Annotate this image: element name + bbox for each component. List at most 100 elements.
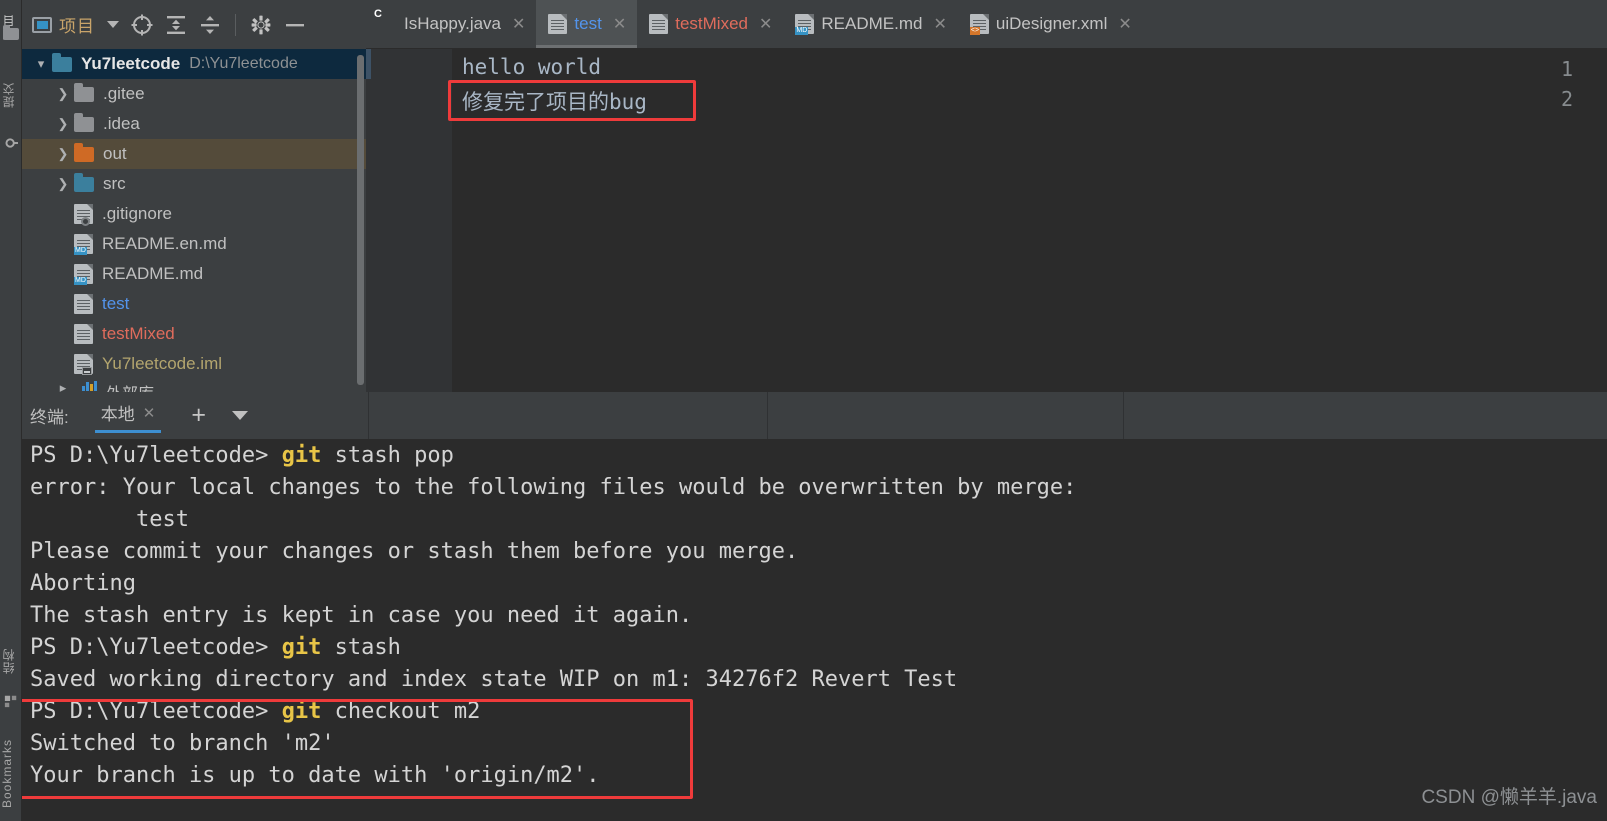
editor-tab-bar: IsHappy.java ✕ test ✕ testMixed ✕ MD README.md ✕… bbox=[366, 0, 1607, 49]
project-view-label: 项目 bbox=[59, 17, 95, 36]
terminal-line: test bbox=[30, 507, 189, 532]
chevron-down-icon[interactable]: ▾ bbox=[30, 56, 52, 72]
terminal-prompt: PS D:\Yu7leetcode> bbox=[30, 443, 282, 468]
tree-external-label: 外部库 bbox=[106, 380, 154, 392]
folder-icon bbox=[74, 142, 94, 162]
editor-gutter[interactable] bbox=[366, 49, 452, 392]
left-tool-strip: 项目 提交 结构 Bookmarks bbox=[0, 0, 22, 821]
tree-row-external-libraries[interactable]: ▸ 外部库 bbox=[22, 380, 366, 392]
tree-row[interactable]: testMixed bbox=[22, 319, 366, 349]
terminal-command-args: stash pop bbox=[321, 443, 454, 468]
tree-item-label: src bbox=[103, 174, 126, 193]
tree-scrollbar[interactable] bbox=[357, 55, 364, 385]
chevron-right-icon[interactable]: ❯ bbox=[52, 86, 74, 102]
editor-tab-label: testMixed bbox=[675, 14, 748, 33]
terminal-command: git bbox=[281, 635, 322, 660]
tree-row[interactable]: .gitignore bbox=[22, 199, 366, 229]
editor-scrollbar[interactable] bbox=[1594, 49, 1607, 392]
tree-row[interactable]: MD README.en.md bbox=[22, 229, 366, 259]
terminal-output[interactable]: PS D:\Yu7leetcode> git stash pop error: Y… bbox=[22, 439, 1607, 821]
tree-item-label: README.md bbox=[102, 264, 204, 283]
close-icon[interactable]: ✕ bbox=[512, 14, 525, 34]
editor-tab-ishappy-java[interactable]: IsHappy.java ✕ bbox=[366, 0, 536, 48]
text-file-icon bbox=[548, 14, 568, 34]
module-folder-icon bbox=[52, 52, 72, 72]
md-badge: MD bbox=[74, 277, 87, 285]
close-icon[interactable]: ✕ bbox=[613, 14, 626, 34]
markdown-file-icon: MD bbox=[795, 14, 815, 35]
tree-item-label: Yu7leetcode.iml bbox=[102, 354, 223, 373]
text-file-icon bbox=[649, 14, 669, 34]
tree-item-label: .gitee bbox=[103, 84, 145, 103]
chevron-right-icon[interactable]: ❯ bbox=[52, 146, 74, 162]
line-number: 2 bbox=[1560, 87, 1573, 111]
commit-node-icon bbox=[5, 138, 18, 148]
terminal-command: git bbox=[281, 443, 322, 468]
markdown-file-icon: MD bbox=[74, 264, 93, 285]
terminal-line: error: Your local changes to the followi… bbox=[30, 475, 1077, 500]
expand-all-icon[interactable] bbox=[159, 0, 193, 49]
terminal-header-divider bbox=[368, 392, 369, 439]
terminal-line: Saved working directory and index state … bbox=[30, 667, 958, 692]
gitignore-file-icon bbox=[74, 204, 93, 226]
close-icon[interactable]: ✕ bbox=[933, 14, 946, 34]
tree-item-label: test bbox=[102, 294, 130, 313]
settings-gear-icon[interactable] bbox=[244, 0, 278, 49]
chevron-down-icon[interactable] bbox=[231, 411, 248, 420]
project-view-selector[interactable]: 项目 bbox=[22, 0, 125, 49]
terminal-command-args: stash bbox=[321, 635, 401, 660]
ide-window: 项目 提交 结构 Bookmarks 项目 bbox=[0, 0, 1607, 821]
chevron-right-icon[interactable]: ❯ bbox=[52, 116, 74, 132]
close-icon[interactable]: ✕ bbox=[759, 14, 772, 34]
tree-row[interactable]: Yu7leetcode.iml bbox=[22, 349, 366, 379]
terminal-prompt: PS D:\Yu7leetcode> bbox=[30, 635, 282, 660]
tree-row[interactable]: MD README.md bbox=[22, 259, 366, 289]
tree-row[interactable]: ❯ src bbox=[22, 169, 366, 199]
tree-row[interactable]: ❯ .gitee bbox=[22, 79, 366, 109]
markdown-file-icon: MD bbox=[74, 234, 93, 255]
close-icon[interactable]: ✕ bbox=[1118, 14, 1131, 34]
editor-tab-label: IsHappy.java bbox=[404, 14, 502, 33]
terminal-line: The stash entry is kept in case you need… bbox=[30, 603, 693, 628]
xml-file-icon: <> bbox=[969, 14, 989, 35]
tree-row[interactable]: ❯ out bbox=[22, 139, 366, 169]
annotation-box-terminal bbox=[22, 699, 693, 799]
terminal-header-divider bbox=[1123, 392, 1124, 439]
terminal-tab-local[interactable]: 本地 ✕ bbox=[94, 392, 162, 439]
project-tree: ▾ Yu7leetcode D:\Yu7leetcode ❯ .gitee ❯ .id… bbox=[22, 49, 366, 392]
new-terminal-button[interactable]: + bbox=[191, 403, 206, 428]
terminal-line: PS D:\Yu7leetcode> git stash bbox=[30, 635, 401, 660]
terminal-tab-label: 本地 bbox=[100, 405, 135, 424]
tree-row-root[interactable]: ▾ Yu7leetcode D:\Yu7leetcode bbox=[22, 49, 366, 79]
code-line-1: hello world bbox=[462, 55, 602, 79]
iml-file-icon bbox=[74, 354, 93, 375]
editor-tab-testmixed[interactable]: testMixed ✕ bbox=[637, 0, 783, 48]
locate-icon[interactable] bbox=[125, 0, 159, 49]
text-file-icon bbox=[74, 294, 93, 314]
collapse-all-icon[interactable] bbox=[193, 0, 227, 49]
md-badge: MD bbox=[74, 247, 87, 255]
editor-tab-test[interactable]: test ✕ bbox=[536, 0, 638, 48]
chevron-right-icon[interactable]: ❯ bbox=[52, 176, 74, 192]
editor-tab-readme-md[interactable]: MD README.md ✕ bbox=[783, 0, 957, 48]
tree-row[interactable]: ❯ .idea bbox=[22, 109, 366, 139]
editor-tab-label: README.md bbox=[821, 14, 923, 33]
iml-badge bbox=[82, 367, 92, 375]
tree-item-label: testMixed bbox=[102, 324, 175, 343]
strip-item-bookmarks[interactable]: Bookmarks bbox=[0, 726, 22, 821]
ignore-badge bbox=[81, 217, 90, 226]
gutter-accent-bar bbox=[366, 49, 371, 79]
editor-tab-uidesigner-xml[interactable]: <> uiDesigner.xml ✕ bbox=[958, 0, 1143, 48]
hide-panel-icon[interactable] bbox=[278, 0, 312, 49]
chevron-down-icon[interactable] bbox=[107, 21, 119, 28]
strip-item-commit[interactable]: 提交 bbox=[0, 72, 22, 118]
tree-item-label: .gitignore bbox=[102, 204, 172, 223]
annotation-box-editor bbox=[448, 80, 696, 121]
strip-item-structure[interactable]: 结构 bbox=[0, 638, 22, 684]
chevron-right-icon[interactable]: ▸ bbox=[52, 380, 74, 392]
tree-item-label: README.en.md bbox=[102, 234, 227, 253]
close-icon[interactable]: ✕ bbox=[143, 404, 156, 422]
project-panel-icon bbox=[32, 16, 52, 33]
tree-row[interactable]: test bbox=[22, 289, 366, 319]
code-editor[interactable]: 1 2 hello world 修复完了项目的bug bbox=[366, 49, 1607, 392]
